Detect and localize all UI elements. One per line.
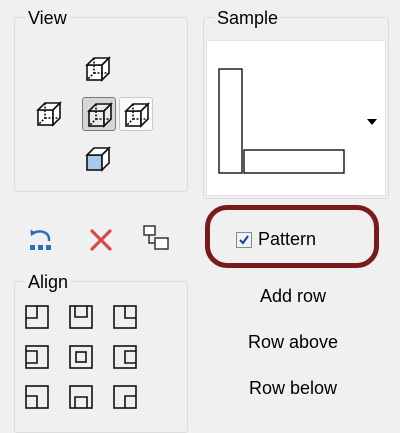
view-right-cube-icon[interactable] [119, 97, 153, 131]
view-group-title: View [25, 8, 70, 28]
insert-row-icon[interactable] [24, 223, 58, 257]
align-top-center-icon[interactable] [66, 302, 96, 332]
delete-x-icon[interactable] [84, 223, 118, 257]
sample-vertical-bar [218, 68, 243, 174]
align-center-icon[interactable] [66, 342, 96, 372]
hierarchy-icon[interactable] [138, 221, 172, 255]
pattern-label: Pattern [258, 229, 317, 249]
view-top-cube-icon[interactable] [81, 52, 115, 86]
view-front-cube-icon[interactable] [82, 97, 116, 131]
align-top-right-icon[interactable] [110, 302, 140, 332]
add-row-button[interactable]: Add row [218, 286, 368, 307]
align-bottom-right-icon[interactable] [110, 382, 140, 412]
view-left-cube-icon[interactable] [32, 97, 66, 131]
sample-preview[interactable] [206, 40, 386, 196]
align-middle-left-icon[interactable] [22, 342, 52, 372]
sample-group: Sample [203, 8, 389, 199]
checkbox-icon[interactable] [236, 231, 252, 248]
view-bottom-cube-icon[interactable] [81, 142, 115, 176]
align-bottom-center-icon[interactable] [66, 382, 96, 412]
sample-group-title: Sample [214, 8, 282, 28]
row-below-button[interactable]: Row below [218, 378, 368, 399]
align-bottom-left-icon[interactable] [22, 382, 52, 412]
pattern-checkbox[interactable]: Pattern [236, 229, 316, 250]
triangle-down-icon [367, 119, 377, 125]
sample-horizontal-bar [243, 149, 345, 174]
align-group-title: Align [25, 272, 72, 292]
align-middle-right-icon[interactable] [110, 342, 140, 372]
align-top-left-icon[interactable] [22, 302, 52, 332]
view-group: View [14, 8, 188, 192]
row-above-button[interactable]: Row above [218, 332, 368, 353]
